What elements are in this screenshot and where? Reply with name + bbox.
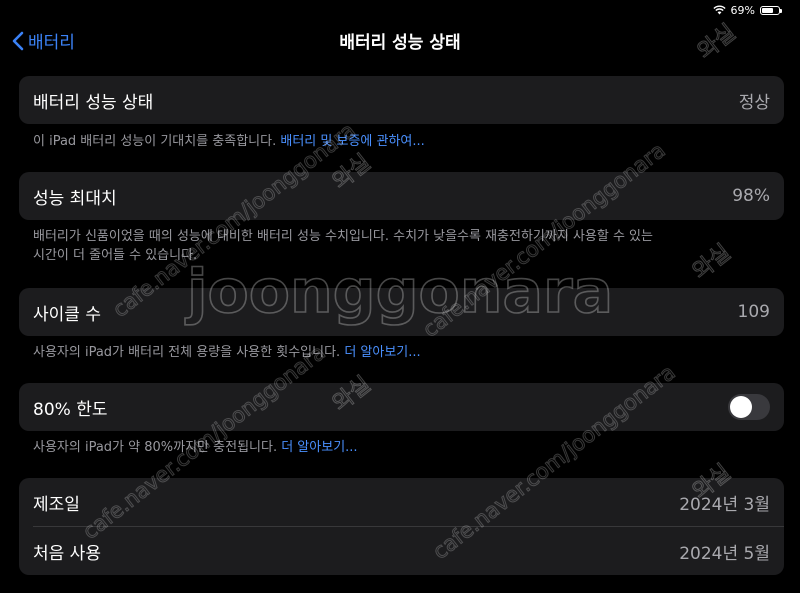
first-use-row: 처음 사용 2024년 5월	[19, 527, 784, 575]
max-capacity-value: 98%	[732, 186, 770, 206]
max-capacity-row: 성능 최대치 98%	[19, 172, 784, 220]
max-capacity-desc-line1: 배터리가 신품이었을 때의 성능에 대비한 배터리 성능 수치입니다. 수치가 …	[33, 229, 653, 244]
limit-80-card: 80% 한도	[19, 383, 784, 431]
cycle-learn-more-link[interactable]: 더 알아보기...	[344, 345, 420, 360]
first-use-value: 2024년 5월	[679, 543, 770, 564]
cycle-count-row: 사이클 수 109	[19, 288, 784, 336]
cycle-count-card: 사이클 수 109	[19, 288, 784, 336]
limit-80-row: 80% 한도	[19, 383, 784, 431]
battery-health-desc-text: 이 iPad 배터리 성능이 기대치를 충족합니다.	[33, 134, 281, 149]
warranty-link[interactable]: 배터리 및 보증에 관하여...	[280, 134, 424, 149]
battery-health-card: 배터리 성능 상태 정상	[19, 76, 784, 124]
battery-health-desc: 이 iPad 배터리 성능이 기대치를 충족합니다. 배터리 및 보증에 관하여…	[33, 132, 773, 151]
battery-health-row: 배터리 성능 상태 정상	[19, 76, 784, 124]
max-capacity-label: 성능 최대치	[33, 188, 117, 209]
status-bar: 69%	[712, 0, 782, 20]
cycle-count-value: 109	[737, 302, 770, 322]
limit-80-desc: 사용자의 iPad가 약 80%까지만 충전됩니다. 더 알아보기...	[33, 438, 773, 457]
cycle-count-desc: 사용자의 iPad가 배터리 전체 용량을 사용한 횟수입니다. 더 알아보기.…	[33, 343, 773, 362]
toggle-knob	[730, 396, 752, 418]
limit-80-desc-text: 사용자의 iPad가 약 80%까지만 충전됩니다.	[33, 440, 282, 455]
limit-learn-more-link[interactable]: 더 알아보기...	[281, 440, 357, 455]
max-capacity-card: 성능 최대치 98%	[19, 172, 784, 220]
limit-80-toggle[interactable]	[728, 394, 770, 420]
manufactured-value: 2024년 3월	[679, 494, 770, 515]
nav-bar: 배터리 배터리 성능 상태	[0, 24, 800, 56]
battery-icon	[760, 5, 782, 15]
wifi-icon	[712, 5, 726, 15]
max-capacity-desc-line2: 시간이 더 줄어들 수 있습니다.	[33, 248, 198, 263]
cycle-count-desc-text: 사용자의 iPad가 배터리 전체 용량을 사용한 횟수입니다.	[33, 345, 345, 360]
dates-card: 제조일 2024년 3월 처음 사용 2024년 5월	[19, 478, 784, 575]
first-use-label: 처음 사용	[33, 543, 101, 564]
manufactured-row: 제조일 2024년 3월	[19, 478, 784, 526]
page-title: 배터리 성능 상태	[339, 33, 461, 53]
battery-fill	[762, 7, 774, 13]
battery-percent: 69%	[730, 3, 755, 17]
battery-health-label: 배터리 성능 상태	[33, 92, 154, 113]
max-capacity-desc: 배터리가 신품이었을 때의 성능에 대비한 배터리 성능 수치입니다. 수치가 …	[33, 227, 773, 265]
manufactured-label: 제조일	[33, 494, 80, 515]
cycle-count-label: 사이클 수	[33, 304, 101, 325]
battery-health-value: 정상	[738, 92, 770, 113]
limit-80-label: 80% 한도	[33, 399, 108, 420]
